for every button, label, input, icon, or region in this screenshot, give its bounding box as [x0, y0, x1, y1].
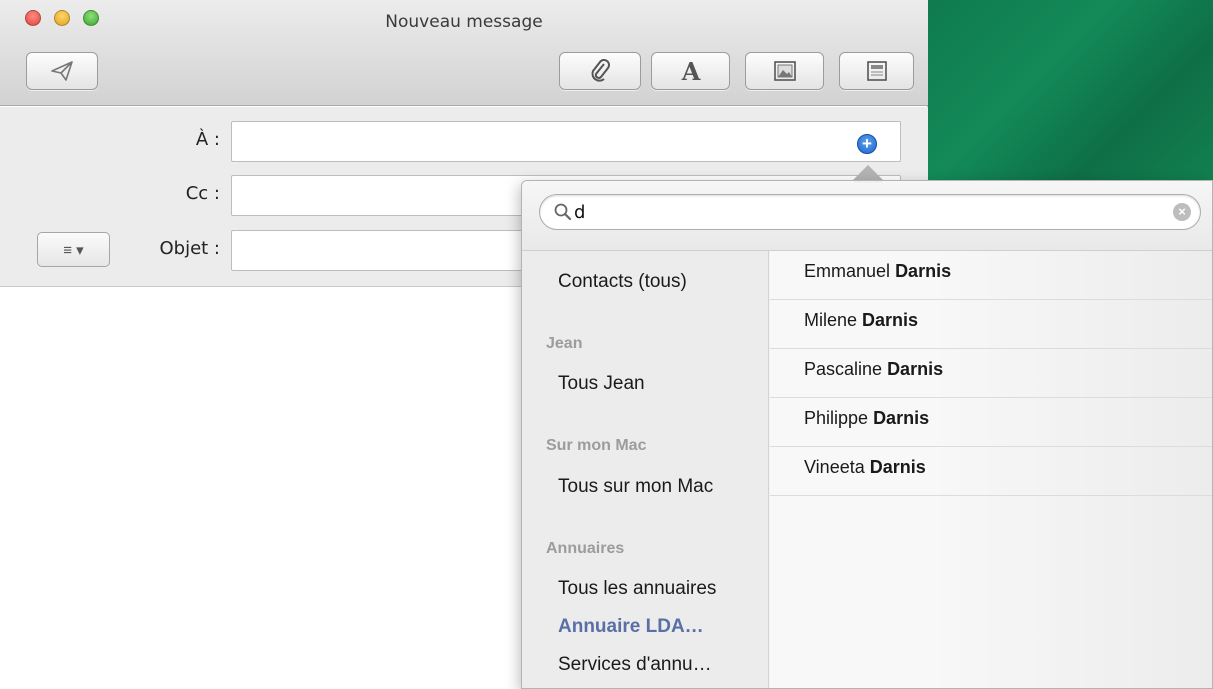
- contact-name: Milene Darnis: [804, 310, 919, 330]
- popover-arrow: [852, 165, 884, 181]
- contacts-result-list: Emmanuel Darnis Milene Darnis Pascaline …: [770, 251, 1212, 688]
- contact-row[interactable]: Philippe Darnis: [770, 398, 1212, 447]
- stationery-button[interactable]: [839, 52, 914, 90]
- sidebar-item-all-contacts[interactable]: Contacts (tous): [558, 271, 687, 293]
- svg-text:A: A: [680, 59, 700, 83]
- list-menu-icon: ≡ ▾: [63, 241, 84, 259]
- desktop-background: [928, 0, 1213, 180]
- cc-label: Cc :: [185, 183, 220, 204]
- to-label: À :: [195, 129, 220, 150]
- to-field[interactable]: [231, 121, 901, 162]
- send-button[interactable]: [26, 52, 98, 90]
- add-contact-icon[interactable]: +: [857, 134, 877, 154]
- header-fields-menu-button[interactable]: ≡ ▾: [37, 232, 110, 267]
- search-query: d: [574, 202, 586, 223]
- contact-row[interactable]: Pascaline Darnis: [770, 349, 1212, 398]
- sidebar-item-all-directories[interactable]: Tous les annuaires: [558, 578, 716, 600]
- window-title: Nouveau message: [385, 12, 543, 32]
- clear-search-icon[interactable]: ×: [1173, 203, 1191, 221]
- search-icon: [554, 203, 572, 226]
- contacts-search-input[interactable]: d ×: [539, 194, 1201, 230]
- contact-name: Emmanuel Darnis: [804, 261, 952, 281]
- sidebar-item-all-mac[interactable]: Tous sur mon Mac: [558, 476, 713, 498]
- contacts-popover: d × Contacts (tous) Jean Tous Jean Sur m…: [521, 180, 1213, 689]
- subject-label: Objet :: [159, 238, 220, 259]
- format-button[interactable]: A: [651, 52, 730, 90]
- sidebar-item-directory-services[interactable]: Services d'annu…: [558, 654, 712, 676]
- contacts-sidebar: Contacts (tous) Jean Tous Jean Sur mon M…: [522, 251, 769, 688]
- popover-search-bar: d ×: [522, 181, 1212, 251]
- sidebar-group-mac: Sur mon Mac: [546, 437, 647, 454]
- stationery-icon: [866, 60, 888, 82]
- sidebar-group-directories: Annuaires: [546, 540, 625, 557]
- sidebar-group-jean: Jean: [546, 335, 583, 352]
- photo-browser-icon: [773, 60, 797, 82]
- title-bar: Nouveau message A: [0, 0, 928, 106]
- contact-name: Philippe Darnis: [804, 408, 930, 428]
- contact-name: Pascaline Darnis: [804, 359, 944, 379]
- font-A-icon: A: [680, 59, 702, 83]
- contact-row[interactable]: Milene Darnis: [770, 300, 1212, 349]
- attach-button[interactable]: [559, 52, 641, 90]
- popover-arrow-fill: [853, 181, 883, 183]
- contact-name: Vineeta Darnis: [804, 457, 926, 477]
- sidebar-item-ldap-directory[interactable]: Annuaire LDA…: [558, 616, 704, 638]
- photo-browser-button[interactable]: [745, 52, 824, 90]
- paper-plane-icon: [50, 60, 74, 82]
- contact-row[interactable]: Vineeta Darnis: [770, 447, 1212, 496]
- contact-row[interactable]: Emmanuel Darnis: [770, 251, 1212, 300]
- paperclip-icon: [589, 58, 611, 84]
- sidebar-item-all-jean[interactable]: Tous Jean: [558, 373, 645, 395]
